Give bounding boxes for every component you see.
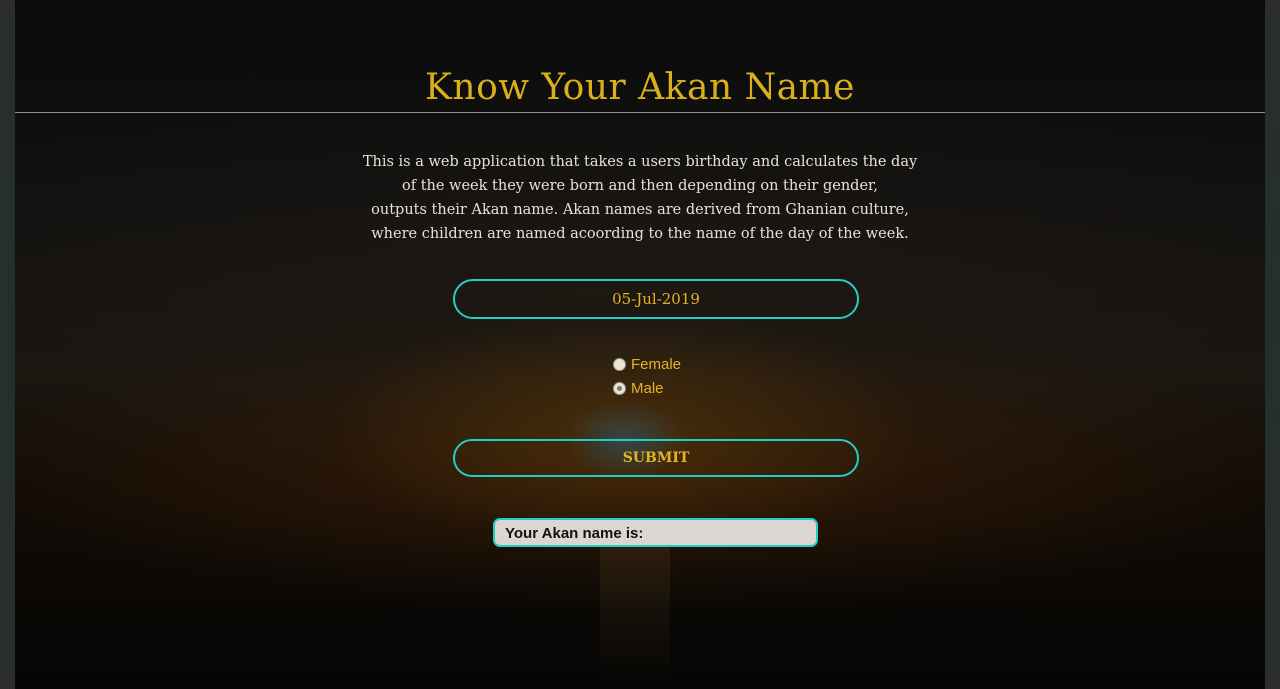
submit-button[interactable]: SUBMIT <box>453 439 859 477</box>
female-label[interactable]: Female <box>631 356 681 373</box>
description-line: outputs their Akan name. Akan names are … <box>371 202 909 218</box>
birthday-date-input[interactable] <box>453 279 859 319</box>
male-label[interactable]: Male <box>631 380 664 397</box>
left-edge-strip <box>0 0 15 689</box>
description-line: of the week they were born and then depe… <box>402 178 878 194</box>
page-header: Know Your Akan Name <box>15 62 1265 113</box>
result-label: Your Akan name is: <box>505 525 644 542</box>
page-title: Know Your Akan Name <box>425 67 855 108</box>
description-line: This is a web application that takes a u… <box>362 154 918 170</box>
description-line: where children are named acoording to th… <box>371 226 909 242</box>
male-radio[interactable] <box>613 381 626 395</box>
gender-radio-group: Female Male <box>613 352 753 400</box>
female-radio[interactable] <box>613 357 626 371</box>
right-edge-strip <box>1265 0 1280 689</box>
app-description: This is a web application that takes a u… <box>360 150 920 246</box>
gender-option-female[interactable]: Female <box>613 352 753 376</box>
page-background: Know Your Akan Name This is a web applic… <box>15 0 1265 689</box>
gender-option-male[interactable]: Male <box>613 376 753 400</box>
result-output-box: Your Akan name is: <box>493 518 818 547</box>
